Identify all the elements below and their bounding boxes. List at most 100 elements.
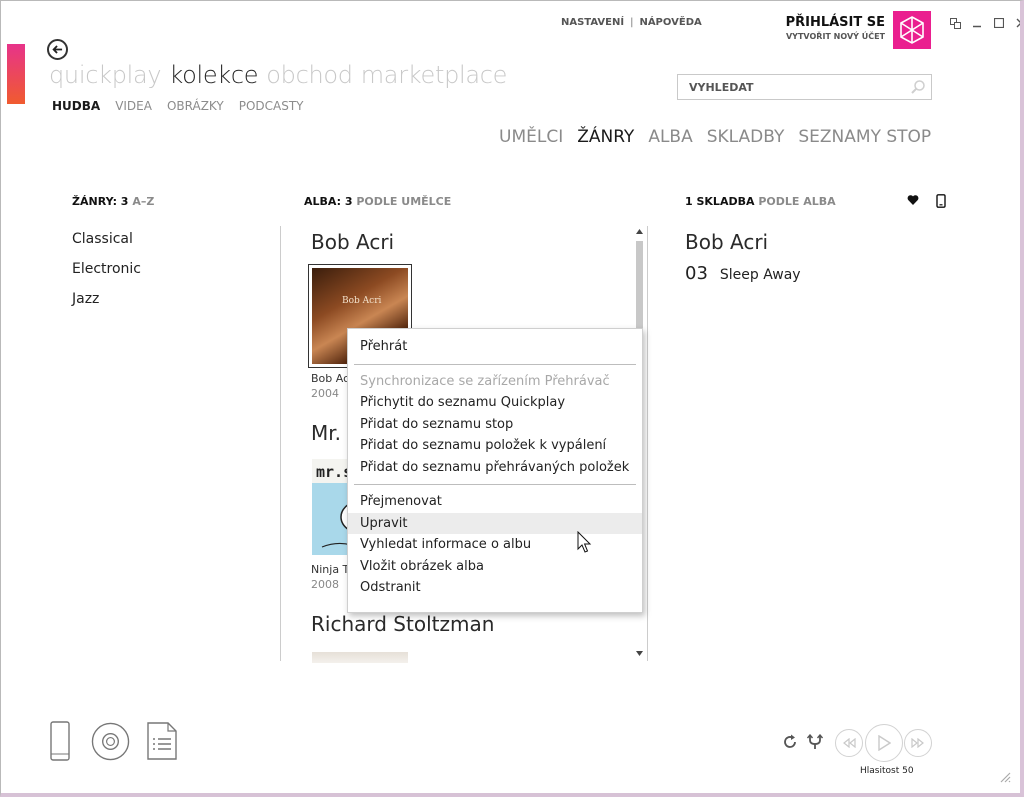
column-divider [647,226,648,661]
category-albums[interactable]: ALBA [648,127,692,147]
songs-header: 1 SKLADBA PODLE ALBA [685,195,836,208]
subnav-pictures[interactable]: OBRÁZKY [167,99,224,113]
column-divider [280,226,281,661]
subnav-podcasts[interactable]: PODCASTY [239,99,304,113]
shuffle-icon[interactable] [807,734,823,750]
genres-count: ŽÁNRY: 3 [72,195,129,208]
compact-mode-button[interactable] [949,17,961,29]
subnav-music[interactable]: HUDBA [52,99,100,113]
track-number: 03 [685,263,708,284]
top-links: NASTAVENÍ | NÁPOVĚDA [561,17,702,28]
close-button[interactable] [1015,17,1020,29]
window-controls [949,17,1020,29]
menu-item-add-playlist[interactable]: Přidat do seznamu stop [348,414,642,436]
menu-separator [354,363,636,365]
zune-logo [893,11,931,49]
play-button[interactable] [865,724,903,762]
disc-icon[interactable] [91,722,130,761]
albums-count: ALBA: 3 [304,195,353,208]
category-artists[interactable]: UMĚLCI [499,127,563,147]
album-title[interactable]: Bob Ac [311,372,349,385]
search-icon[interactable] [905,79,931,95]
song-title: Sleep Away [719,267,801,283]
albums-header: ALBA: 3 PODLE UMĚLCE [304,195,451,208]
menu-item-pin-quickplay[interactable]: Přichytit do seznamu Quickplay [348,392,642,414]
pivot-collection[interactable]: kolekce [169,61,258,89]
create-account-link[interactable]: VYTVOŘIT NOVÝ ÚČET [773,32,885,41]
subnav-videos[interactable]: VIDEA [115,99,152,113]
album-artist-heading: Richard Stoltzman [311,612,495,636]
album-year: 2004 [311,387,339,400]
resize-grip-icon[interactable] [997,769,1011,783]
genres-sort[interactable]: A–Z [132,195,154,208]
arrow-left-icon [52,45,63,54]
album-title[interactable]: Ninja T [311,563,349,576]
song-row[interactable]: 03 Sleep Away [685,263,801,284]
search-input[interactable] [678,80,905,94]
search-box [677,74,932,100]
menu-item-delete[interactable]: Odstranit [348,577,642,599]
genre-item[interactable]: Jazz [72,291,141,321]
category-playlists[interactable]: SEZNAMY STOP [798,127,931,147]
songs-count: 1 SKLADBA [685,195,755,208]
menu-item-paste-album-art[interactable]: Vložit obrázek alba [348,556,642,578]
device-icon[interactable] [50,721,70,761]
back-button[interactable] [47,39,68,60]
album-art[interactable] [312,652,408,663]
next-button[interactable] [904,729,932,757]
play-icon [878,735,891,751]
scroll-up-arrow[interactable] [635,227,644,236]
scroll-down-arrow[interactable] [635,649,644,658]
albums-sort[interactable]: PODLE UMĚLCE [356,195,451,208]
pivot-quickplay[interactable]: quickplay [49,61,162,89]
pivot-nav: quickplay kolekce obchod marketplace [49,61,507,89]
menu-item-play[interactable]: Přehrát [348,336,642,358]
menu-item-add-burn[interactable]: Přidat do seznamu položek k vypálení [348,435,642,457]
category-songs[interactable]: SKLADBY [707,127,785,147]
song-artist-heading: Bob Acri [685,230,769,254]
device-icon[interactable] [936,194,946,208]
top-links-separator: | [630,17,634,28]
settings-link[interactable]: NASTAVENÍ [561,17,624,28]
accent-strip [7,44,25,104]
compact-icon [949,17,961,29]
scrollbar-thumb[interactable] [636,241,643,331]
menu-item-sync: Synchronizace se zařízením Přehrávač [360,373,610,389]
menu-item-edit[interactable]: Upravit [348,512,642,534]
heart-icon[interactable] [907,194,919,206]
maximize-button[interactable] [993,17,1005,29]
zune-logo-icon [900,16,924,44]
sub-nav: HUDBA VIDEA OBRÁZKY PODCASTY [52,99,304,113]
genres-list: Classical Electronic Jazz [72,231,141,321]
previous-icon [843,738,856,748]
playlist-icon[interactable] [147,722,177,760]
category-nav: UMĚLCI ŽÁNRY ALBA SKLADBY SEZNAMY STOP [499,127,931,147]
maximize-icon [994,18,1004,28]
account-area: PŘIHLÁSIT SE VYTVOŘIT NOVÝ ÚČET [773,15,885,41]
category-genres[interactable]: ŽÁNRY [577,127,634,147]
songs-sort[interactable]: PODLE ALBA [758,195,835,208]
close-icon [1016,18,1020,28]
volume-label[interactable]: Hlasitost 50 [860,766,914,776]
next-icon [911,738,924,748]
sign-in-link[interactable]: PŘIHLÁSIT SE [773,15,885,30]
genre-item[interactable]: Classical [72,231,141,261]
help-link[interactable]: NÁPOVĚDA [639,17,701,28]
context-menu: Přehrát Synchronizace se zařízením Přehr… [347,328,643,613]
minimize-button[interactable] [971,17,983,29]
previous-button[interactable] [835,729,863,757]
menu-item-rename[interactable]: Přejmenovat [348,491,642,513]
app-window: quickplay kolekce obchod marketplace HUD… [0,0,1024,797]
album-year: 2008 [311,578,339,591]
menu-item-find-album-info[interactable]: Vyhledat informace o albu [348,534,642,556]
menu-separator [354,484,636,485]
pivot-marketplace[interactable]: marketplace [361,61,508,89]
genre-item[interactable]: Electronic [72,261,141,291]
album-artist-heading: Mr. [311,421,341,445]
minimize-icon [973,25,981,28]
genres-header: ŽÁNRY: 3 A–Z [72,195,154,208]
pivot-store[interactable]: obchod [266,61,353,89]
repeat-icon[interactable] [782,734,798,750]
menu-item-add-now-playing[interactable]: Přidat do seznamu přehrávaných položek [348,457,642,479]
album-artist-heading: Bob Acri [311,230,395,254]
